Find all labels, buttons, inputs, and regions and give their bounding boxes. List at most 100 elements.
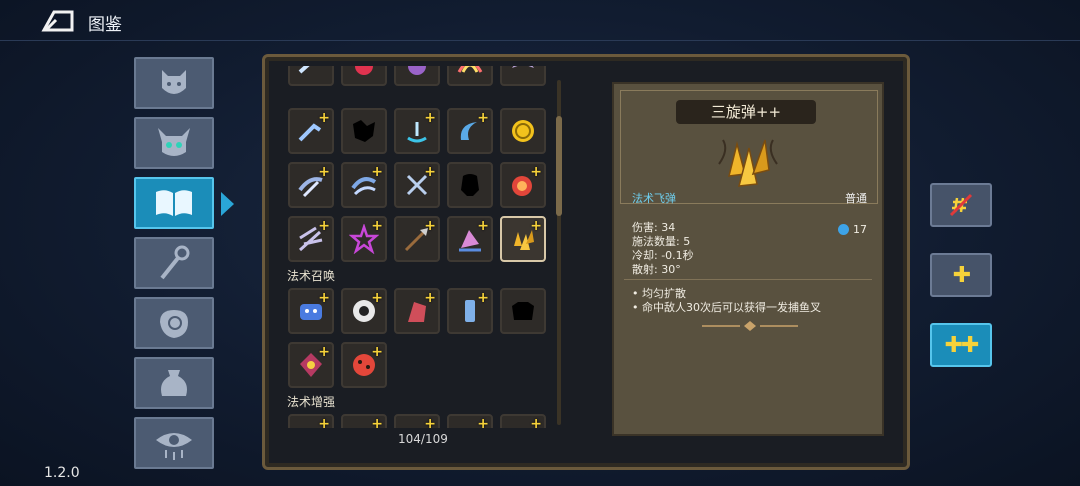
pouch-icon	[161, 370, 187, 396]
upgrade-mark: +	[318, 218, 330, 234]
spell-cell[interactable]: +	[288, 288, 334, 334]
spell-cell[interactable]: +	[288, 108, 334, 154]
section-label-summon: 法术召唤	[287, 269, 336, 283]
spell-cell-locked[interactable]	[447, 162, 493, 208]
spell-cell-locked[interactable]	[500, 288, 546, 334]
header-divider	[0, 40, 1080, 41]
spell-icon	[457, 66, 483, 73]
spell-cell[interactable]: +	[288, 216, 334, 262]
upgrade-mark: +	[371, 344, 383, 360]
upgrade-mark: +	[318, 110, 330, 126]
upgrade-mark: +	[371, 290, 383, 306]
spell-cell[interactable]: +	[447, 216, 493, 262]
spell-cell[interactable]	[500, 108, 546, 154]
tab-eyes[interactable]	[134, 417, 214, 469]
relic-hand-icon	[160, 310, 188, 338]
spell-cell[interactable]: +	[341, 288, 387, 334]
spell-type: 法术飞弹	[632, 192, 676, 205]
upgrade-mark: +	[371, 164, 383, 180]
spell-cell[interactable]: +	[394, 108, 440, 154]
upgrade-mark: +	[424, 110, 436, 126]
effect-line: • 命中敌人30次后可以获得一发捕鱼叉	[632, 301, 821, 314]
spell-cell[interactable]: +	[394, 66, 440, 86]
back-arrow-icon[interactable]	[40, 8, 80, 34]
tab-spells[interactable]	[134, 177, 214, 229]
upgrade-mark: +	[424, 290, 436, 306]
staff-icon	[160, 245, 190, 280]
upgrade-mark: +	[318, 344, 330, 360]
locked-silhouette-icon	[512, 302, 534, 320]
spell-name: 三旋弹++	[676, 100, 816, 124]
spell-icon	[355, 66, 373, 75]
spell-cell[interactable]: +	[341, 216, 387, 262]
upgrade-level-2-button[interactable]: ✚✚	[930, 323, 992, 367]
ornament-divider-icon	[702, 321, 798, 331]
tab-bosses[interactable]	[134, 117, 214, 169]
spell-grid[interactable]: + + + + + + + + + + + + + + + + + 法术召唤 +…	[282, 66, 554, 428]
spell-icon	[512, 120, 534, 142]
spell-cell[interactable]: +	[341, 66, 387, 86]
spell-cell-selected[interactable]: +	[500, 216, 546, 262]
version-label: 1.2.0	[44, 465, 80, 481]
spell-cell[interactable]: +	[341, 414, 387, 428]
upgrade-mark: +	[424, 218, 436, 234]
spell-cell[interactable]: +	[447, 414, 493, 428]
spell-rarity: 普通	[845, 192, 867, 205]
grid-scrollbar-thumb[interactable]	[556, 116, 562, 216]
upgrade-mark: +	[424, 164, 436, 180]
upgrade-mark: +	[530, 218, 542, 234]
upgrade-mark: +	[477, 416, 489, 428]
upgrade-mark: +	[371, 416, 383, 428]
spell-cell[interactable]: +	[500, 414, 546, 428]
collection-count: 104/109	[398, 432, 448, 446]
upgrade-mark: +	[318, 416, 330, 428]
upgrade-mark: +	[477, 290, 489, 306]
eye-icon	[156, 433, 192, 460]
mana-icon	[838, 224, 849, 235]
demon-face-icon	[162, 70, 186, 94]
horned-skull-icon	[158, 128, 190, 156]
page-title: 图鉴	[88, 15, 122, 35]
no-upgrade-icon	[949, 193, 973, 217]
spell-cell[interactable]: +	[341, 162, 387, 208]
spell-cell[interactable]: +	[288, 162, 334, 208]
tab-relics[interactable]	[134, 297, 214, 349]
upgrade-mark: +	[318, 164, 330, 180]
spell-icon	[408, 66, 426, 75]
tab-staffs[interactable]	[134, 237, 214, 289]
spell-cell[interactable]: +	[288, 342, 334, 388]
upgrade-level-1-button[interactable]: ✚	[930, 253, 992, 297]
stat-spread: 散射: 30°	[632, 263, 681, 276]
spell-cell[interactable]: +	[394, 216, 440, 262]
spell-cell[interactable]: +	[394, 414, 440, 428]
spell-cell[interactable]: +	[288, 414, 334, 428]
mana-cost: 17	[853, 223, 867, 236]
upgrade-mark: +	[477, 110, 489, 126]
upgrade-mark: +	[530, 164, 542, 180]
spell-icon	[512, 66, 534, 68]
spell-cell[interactable]: +	[341, 342, 387, 388]
spell-cell[interactable]: +	[447, 66, 493, 86]
upgrade-level-0-button[interactable]	[930, 183, 992, 227]
active-tab-indicator	[221, 192, 234, 216]
spell-cell[interactable]: +	[447, 288, 493, 334]
spell-cell-locked[interactable]	[341, 108, 387, 154]
tab-enemies[interactable]	[134, 57, 214, 109]
spell-cell[interactable]: +	[288, 66, 334, 86]
spell-cell[interactable]: +	[394, 162, 440, 208]
spellbook-icon	[156, 190, 192, 216]
detail-divider	[624, 279, 872, 280]
section-label-enhance: 法术增强	[287, 395, 336, 409]
upgrade-mark: +	[424, 416, 436, 428]
spell-cell[interactable]: +	[500, 66, 546, 86]
spell-cell[interactable]: +	[500, 162, 546, 208]
upgrade-mark: +	[371, 218, 383, 234]
spell-cell[interactable]: +	[447, 108, 493, 154]
spell-cell[interactable]: +	[394, 288, 440, 334]
upgrade-mark: +	[318, 290, 330, 306]
locked-silhouette-icon	[461, 174, 479, 196]
spell-icon	[298, 66, 310, 74]
tab-items[interactable]	[134, 357, 214, 409]
locked-silhouette-icon	[353, 120, 375, 142]
upgrade-mark: +	[477, 218, 489, 234]
